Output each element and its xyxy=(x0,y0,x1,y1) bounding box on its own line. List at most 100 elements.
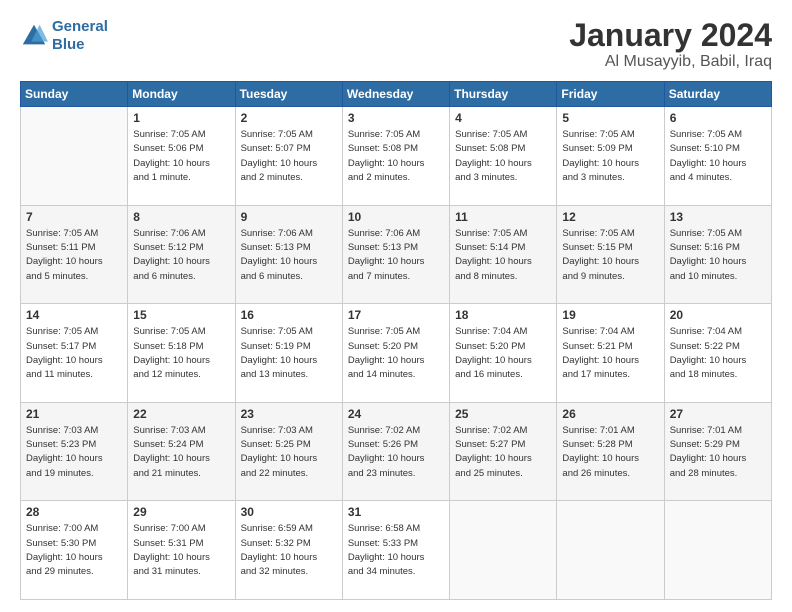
header-monday: Monday xyxy=(128,82,235,107)
day-number: 24 xyxy=(348,407,444,421)
header-friday: Friday xyxy=(557,82,664,107)
page: General Blue January 2024 Al Musayyib, B… xyxy=(0,0,792,612)
day-info: Sunrise: 7:00 AMSunset: 5:31 PMDaylight:… xyxy=(133,522,229,579)
day-info: Sunrise: 7:02 AMSunset: 5:27 PMDaylight:… xyxy=(455,424,551,481)
day-number: 4 xyxy=(455,111,551,125)
day-number: 12 xyxy=(562,210,658,224)
day-number: 7 xyxy=(26,210,122,224)
day-info: Sunrise: 7:05 AMSunset: 5:08 PMDaylight:… xyxy=(348,128,444,185)
day-number: 21 xyxy=(26,407,122,421)
title-block: January 2024 Al Musayyib, Babil, Iraq xyxy=(569,18,772,71)
day-info: Sunrise: 7:01 AMSunset: 5:28 PMDaylight:… xyxy=(562,424,658,481)
week-row-5: 28Sunrise: 7:00 AMSunset: 5:30 PMDayligh… xyxy=(21,501,772,600)
day-info: Sunrise: 6:58 AMSunset: 5:33 PMDaylight:… xyxy=(348,522,444,579)
calendar-cell-w3-d2: 15 Sunrise: 7:05 AMSunset: 5:18 PMDayligh… xyxy=(128,304,235,403)
day-number: 16 xyxy=(241,308,337,322)
calendar-cell-w5-d4: 31Sunrise: 6:58 AMSunset: 5:33 PMDayligh… xyxy=(342,501,449,600)
calendar-cell-w3-d1: 14 Sunrise: 7:05 AMSunset: 5:17 PMDayligh… xyxy=(21,304,128,403)
calendar-cell-w3-d6: 19 Sunrise: 7:04 AMSunset: 5:21 PMDayligh… xyxy=(557,304,664,403)
day-number: 2 xyxy=(241,111,337,125)
calendar-cell-w4-d3: 23 Sunrise: 7:03 AMSunset: 5:25 PMDayligh… xyxy=(235,402,342,501)
calendar-cell-w4-d2: 22 Sunrise: 7:03 AMSunset: 5:24 PMDayligh… xyxy=(128,402,235,501)
day-info: Sunrise: 7:03 AMSunset: 5:24 PMDaylight:… xyxy=(133,424,229,481)
day-number: 6 xyxy=(670,111,766,125)
weekday-header-row: Sunday Monday Tuesday Wednesday Thursday… xyxy=(21,82,772,107)
day-info: Sunrise: 7:05 AMSunset: 5:10 PMDaylight:… xyxy=(670,128,766,185)
day-number: 26 xyxy=(562,407,658,421)
day-info: Sunrise: 7:01 AMSunset: 5:29 PMDaylight:… xyxy=(670,424,766,481)
day-number: 14 xyxy=(26,308,122,322)
header-tuesday: Tuesday xyxy=(235,82,342,107)
header-wednesday: Wednesday xyxy=(342,82,449,107)
day-number: 27 xyxy=(670,407,766,421)
day-number: 17 xyxy=(348,308,444,322)
day-info: Sunrise: 7:05 AMSunset: 5:20 PMDaylight:… xyxy=(348,325,444,382)
calendar-title: January 2024 xyxy=(569,18,772,53)
day-info: Sunrise: 7:05 AMSunset: 5:19 PMDaylight:… xyxy=(241,325,337,382)
week-row-2: 7 Sunrise: 7:05 AMSunset: 5:11 PMDaylight… xyxy=(21,205,772,304)
day-info: Sunrise: 7:03 AMSunset: 5:23 PMDaylight:… xyxy=(26,424,122,481)
day-number: 8 xyxy=(133,210,229,224)
day-number: 28 xyxy=(26,505,122,519)
day-info: Sunrise: 7:04 AMSunset: 5:20 PMDaylight:… xyxy=(455,325,551,382)
calendar-cell-w4-d7: 27 Sunrise: 7:01 AMSunset: 5:29 PMDayligh… xyxy=(664,402,771,501)
day-info: Sunrise: 7:06 AMSunset: 5:12 PMDaylight:… xyxy=(133,227,229,284)
header-saturday: Saturday xyxy=(664,82,771,107)
week-row-3: 14 Sunrise: 7:05 AMSunset: 5:17 PMDayligh… xyxy=(21,304,772,403)
day-number: 19 xyxy=(562,308,658,322)
day-info: Sunrise: 7:06 AMSunset: 5:13 PMDaylight:… xyxy=(241,227,337,284)
calendar-cell-w3-d3: 16 Sunrise: 7:05 AMSunset: 5:19 PMDayligh… xyxy=(235,304,342,403)
day-number: 1 xyxy=(133,111,229,125)
calendar-table: Sunday Monday Tuesday Wednesday Thursday… xyxy=(20,81,772,600)
day-info: Sunrise: 7:04 AMSunset: 5:21 PMDaylight:… xyxy=(562,325,658,382)
calendar-cell-w1-d3: 2 Sunrise: 7:05 AMSunset: 5:07 PMDaylight… xyxy=(235,107,342,206)
day-info: Sunrise: 7:02 AMSunset: 5:26 PMDaylight:… xyxy=(348,424,444,481)
day-number: 15 xyxy=(133,308,229,322)
day-info: Sunrise: 7:05 AMSunset: 5:14 PMDaylight:… xyxy=(455,227,551,284)
calendar-cell-w5-d5 xyxy=(450,501,557,600)
day-info: Sunrise: 7:06 AMSunset: 5:13 PMDaylight:… xyxy=(348,227,444,284)
day-info: Sunrise: 7:05 AMSunset: 5:06 PMDaylight:… xyxy=(133,128,229,185)
calendar-cell-w5-d1: 28Sunrise: 7:00 AMSunset: 5:30 PMDayligh… xyxy=(21,501,128,600)
calendar-cell-w2-d1: 7 Sunrise: 7:05 AMSunset: 5:11 PMDaylight… xyxy=(21,205,128,304)
day-number: 18 xyxy=(455,308,551,322)
day-info: Sunrise: 7:05 AMSunset: 5:08 PMDaylight:… xyxy=(455,128,551,185)
header-sunday: Sunday xyxy=(21,82,128,107)
header-thursday: Thursday xyxy=(450,82,557,107)
logo-line1: General xyxy=(52,18,108,35)
day-info: Sunrise: 7:05 AMSunset: 5:18 PMDaylight:… xyxy=(133,325,229,382)
calendar-cell-w1-d6: 5 Sunrise: 7:05 AMSunset: 5:09 PMDaylight… xyxy=(557,107,664,206)
day-info: Sunrise: 7:05 AMSunset: 5:07 PMDaylight:… xyxy=(241,128,337,185)
day-number: 5 xyxy=(562,111,658,125)
calendar-cell-w4-d4: 24 Sunrise: 7:02 AMSunset: 5:26 PMDayligh… xyxy=(342,402,449,501)
day-info: Sunrise: 7:05 AMSunset: 5:09 PMDaylight:… xyxy=(562,128,658,185)
calendar-cell-w4-d6: 26 Sunrise: 7:01 AMSunset: 5:28 PMDayligh… xyxy=(557,402,664,501)
logo-line2: Blue xyxy=(52,36,85,53)
logo-text: General Blue xyxy=(52,18,108,54)
day-number: 25 xyxy=(455,407,551,421)
calendar-cell-w3-d5: 18 Sunrise: 7:04 AMSunset: 5:20 PMDayligh… xyxy=(450,304,557,403)
day-number: 22 xyxy=(133,407,229,421)
calendar-cell-w2-d2: 8 Sunrise: 7:06 AMSunset: 5:12 PMDaylight… xyxy=(128,205,235,304)
day-info: Sunrise: 7:05 AMSunset: 5:17 PMDaylight:… xyxy=(26,325,122,382)
calendar-cell-w5-d7 xyxy=(664,501,771,600)
week-row-4: 21 Sunrise: 7:03 AMSunset: 5:23 PMDayligh… xyxy=(21,402,772,501)
day-info: Sunrise: 7:05 AMSunset: 5:11 PMDaylight:… xyxy=(26,227,122,284)
day-number: 3 xyxy=(348,111,444,125)
calendar-cell-w5-d3: 30 Sunrise: 6:59 AMSunset: 5:32 PMDayligh… xyxy=(235,501,342,600)
day-info: Sunrise: 7:03 AMSunset: 5:25 PMDaylight:… xyxy=(241,424,337,481)
calendar-cell-w2-d4: 10 Sunrise: 7:06 AMSunset: 5:13 PMDayligh… xyxy=(342,205,449,304)
calendar-cell-w3-d4: 17 Sunrise: 7:05 AMSunset: 5:20 PMDayligh… xyxy=(342,304,449,403)
calendar-cell-w5-d2: 29Sunrise: 7:00 AMSunset: 5:31 PMDayligh… xyxy=(128,501,235,600)
day-info: Sunrise: 6:59 AMSunset: 5:32 PMDaylight:… xyxy=(241,522,337,579)
day-number: 9 xyxy=(241,210,337,224)
header: General Blue January 2024 Al Musayyib, B… xyxy=(20,18,772,71)
day-number: 30 xyxy=(241,505,337,519)
day-number: 10 xyxy=(348,210,444,224)
calendar-cell-w1-d5: 4 Sunrise: 7:05 AMSunset: 5:08 PMDaylight… xyxy=(450,107,557,206)
day-info: Sunrise: 7:04 AMSunset: 5:22 PMDaylight:… xyxy=(670,325,766,382)
day-number: 23 xyxy=(241,407,337,421)
calendar-subtitle: Al Musayyib, Babil, Iraq xyxy=(569,53,772,71)
calendar-cell-w2-d7: 13Sunrise: 7:05 AMSunset: 5:16 PMDayligh… xyxy=(664,205,771,304)
day-info: Sunrise: 7:05 AMSunset: 5:15 PMDaylight:… xyxy=(562,227,658,284)
